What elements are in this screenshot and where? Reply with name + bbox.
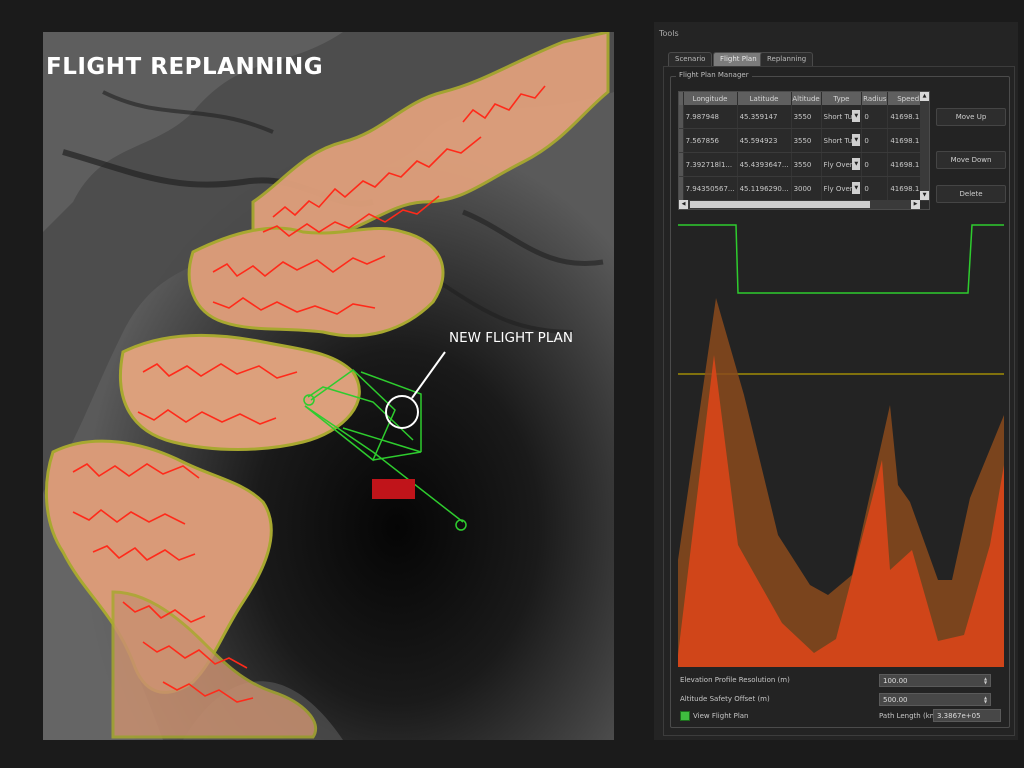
waypoint-table[interactable]: Longitude Latitude Altitude Type Radius …: [678, 91, 930, 210]
elevation-resolution-spinbox[interactable]: 100.00 ▲ ▼: [879, 674, 991, 687]
move-down-button[interactable]: Move Down: [936, 151, 1006, 169]
table-row[interactable]: 7.94350567... 45.1196290... 3000 Fly Ove…: [679, 176, 929, 201]
type-value: Fly Over: [823, 160, 853, 169]
spin-down-icon[interactable]: ▼: [982, 680, 989, 685]
cell-altitude[interactable]: 3550: [791, 128, 822, 153]
map-title: FLIGHT REPLANNING: [46, 54, 324, 80]
scrollbar-thumb[interactable]: [690, 201, 870, 208]
table-horizontal-scrollbar[interactable]: ◀ ▶: [679, 200, 920, 209]
col-header-longitude[interactable]: Longitude: [683, 92, 738, 105]
cell-radius[interactable]: 0: [861, 128, 889, 153]
tab-replanning[interactable]: Replanning: [760, 52, 814, 66]
altitude-offset-spinbox[interactable]: 500.00 ▲ ▼: [879, 693, 991, 706]
cell-latitude[interactable]: 45.594923: [737, 128, 792, 153]
dropdown-arrow-icon[interactable]: ▼: [852, 182, 861, 194]
terrain-map[interactable]: FLIGHT REPLANNING NEW FLIGHT PLAN: [43, 32, 614, 740]
path-length-label: Path Length (km): [879, 712, 940, 720]
col-header-radius[interactable]: Radius: [861, 92, 889, 105]
table-row[interactable]: 7.392718l1... 45.4393647... 3550 Fly Ove…: [679, 152, 929, 177]
flight-plan-tab-pane: Flight Plan Manager Longitude Latitude A…: [663, 66, 1015, 736]
path-length-field: 3.3867e+05: [933, 709, 1001, 722]
view-flight-plan-label: View Flight Plan: [693, 712, 749, 720]
tab-scenario[interactable]: Scenario: [668, 52, 713, 66]
no-fly-zone: [372, 479, 415, 499]
tab-flight-plan[interactable]: Flight Plan: [713, 52, 764, 66]
cell-type[interactable]: Short Turn ▼: [821, 128, 863, 153]
scroll-down-arrow-icon[interactable]: ▼: [920, 191, 929, 200]
scroll-right-arrow-icon[interactable]: ▶: [911, 200, 920, 209]
flight-plan-manager-group: Flight Plan Manager Longitude Latitude A…: [670, 71, 1010, 728]
tab-label: Replanning: [767, 55, 807, 63]
spin-down-icon[interactable]: ▼: [982, 699, 989, 704]
cell-altitude[interactable]: 3550: [791, 105, 822, 129]
cell-altitude[interactable]: 3550: [791, 152, 822, 177]
tab-label: Flight Plan: [720, 55, 757, 63]
cell-type[interactable]: Short Turn ▼: [821, 105, 863, 129]
spinbox-value: 100.00: [883, 677, 908, 685]
table-row[interactable]: 7.567856 45.594923 3550 Short Turn ▼ 0 41…: [679, 128, 929, 153]
tab-label: Scenario: [675, 55, 706, 63]
spinbox-value: 500.00: [883, 696, 908, 704]
cell-latitude[interactable]: 45.359147: [737, 105, 792, 129]
cell-altitude[interactable]: 3000: [791, 176, 822, 201]
altitude-offset-label: Altitude Safety Offset (m): [680, 695, 770, 703]
table-row[interactable]: 7.987948 45.359147 3550 Short Turn ▼ 0 41…: [679, 105, 929, 129]
cell-longitude[interactable]: 7.94350567...: [683, 176, 738, 201]
cell-type[interactable]: Fly Over ▼: [821, 176, 863, 201]
tools-panel: Tools Scenario Flight Plan Replanning Fl…: [654, 22, 1018, 740]
col-header-type[interactable]: Type: [821, 92, 863, 105]
delete-button[interactable]: Delete: [936, 185, 1006, 203]
view-flight-plan-checkbox[interactable]: [680, 711, 690, 721]
move-up-button[interactable]: Move Up: [936, 108, 1006, 126]
cell-latitude[interactable]: 45.4393647...: [737, 152, 792, 177]
dropdown-arrow-icon[interactable]: ▼: [852, 158, 861, 170]
scroll-up-arrow-icon[interactable]: ▲: [920, 92, 929, 101]
terrain-map-canvas: [43, 32, 614, 740]
dropdown-arrow-icon[interactable]: ▼: [852, 134, 861, 146]
cell-longitude[interactable]: 7.392718l1...: [683, 152, 738, 177]
col-header-latitude[interactable]: Latitude: [737, 92, 792, 105]
cell-radius[interactable]: 0: [861, 176, 889, 201]
cell-longitude[interactable]: 7.987948: [683, 105, 738, 129]
elevation-profile-chart: [678, 215, 1004, 667]
cell-latitude[interactable]: 45.1196290...: [737, 176, 792, 201]
cell-type[interactable]: Fly Over ▼: [821, 152, 863, 177]
cell-longitude[interactable]: 7.567856: [683, 128, 738, 153]
tools-label: Tools: [659, 29, 679, 38]
elevation-resolution-label: Elevation Profile Resolution (m): [680, 676, 790, 684]
group-title: Flight Plan Manager: [676, 71, 752, 79]
type-value: Fly Over: [823, 184, 853, 193]
callout-label: NEW FLIGHT PLAN: [449, 330, 573, 346]
dropdown-arrow-icon[interactable]: ▼: [852, 110, 861, 122]
scroll-left-arrow-icon[interactable]: ◀: [679, 200, 688, 209]
table-vertical-scrollbar[interactable]: ▲ ▼: [920, 92, 929, 200]
cell-radius[interactable]: 0: [861, 152, 889, 177]
cell-radius[interactable]: 0: [861, 105, 889, 129]
col-header-altitude[interactable]: Altitude: [791, 92, 822, 105]
